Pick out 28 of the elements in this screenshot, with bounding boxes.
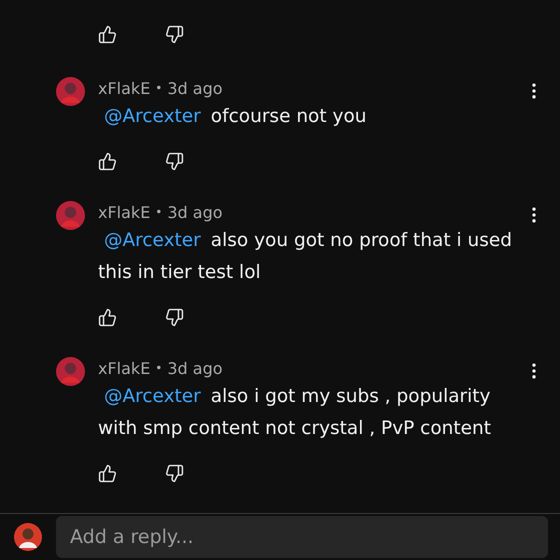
mention-link[interactable]: @Arcexter <box>104 386 201 407</box>
comment-text: @Arcexter also i got my subs , popularity with smp content not crystal , PvP content <box>98 385 492 441</box>
thumbs-down-icon[interactable] <box>165 308 184 326</box>
mention-link[interactable]: @Arcexter <box>104 230 201 251</box>
timestamp: 3d ago <box>167 358 223 378</box>
thumbs-down-icon[interactable] <box>165 152 184 170</box>
comment-text: @Arcexter ofcourse not you <box>103 105 368 129</box>
thumbs-up-icon[interactable] <box>98 308 117 326</box>
separator-dot: • <box>155 205 162 219</box>
thumbs-up-icon[interactable] <box>98 24 117 44</box>
timestamp: 3d ago <box>167 202 223 222</box>
comment-text: @Arcexter also you got no proof that i used this in tier test lol <box>98 229 514 285</box>
separator-dot: • <box>155 81 162 95</box>
avatar <box>56 357 85 386</box>
thumbs-up-icon[interactable] <box>98 152 117 170</box>
timestamp: 3d ago <box>167 78 223 98</box>
avatar <box>14 523 42 551</box>
thumbs-down-icon[interactable] <box>165 464 184 482</box>
thumbs-up-icon[interactable] <box>98 464 117 482</box>
thumbs-down-icon[interactable] <box>165 24 184 44</box>
separator-dot: • <box>155 361 162 375</box>
avatar <box>56 201 85 230</box>
author-name[interactable]: xFlakE <box>98 202 150 222</box>
author-name[interactable]: xFlakE <box>98 78 150 98</box>
mention-link[interactable]: @Arcexter <box>104 106 201 127</box>
avatar <box>56 77 85 106</box>
author-name[interactable]: xFlakE <box>98 358 150 378</box>
reply-field[interactable]: Add a reply... <box>56 516 548 558</box>
